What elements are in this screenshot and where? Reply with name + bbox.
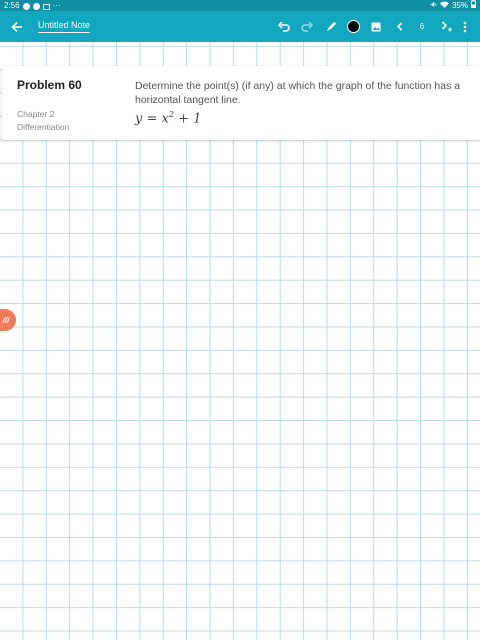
insert-image-button[interactable] xyxy=(368,11,384,42)
app-toolbar: Untitled Note 6 xyxy=(0,11,480,42)
image-icon xyxy=(371,22,381,31)
redo-icon xyxy=(301,21,313,32)
problem-title: Problem 60 xyxy=(17,78,82,92)
mute-icon xyxy=(430,0,437,11)
back-arrow-icon xyxy=(11,21,22,32)
redo-button[interactable] xyxy=(298,11,316,42)
pen-icon xyxy=(326,21,336,32)
problem-card: Problem 60 Chapter 2 Differentiation Det… xyxy=(2,66,480,140)
status-left: 2:56 ··· xyxy=(4,0,61,11)
color-icon xyxy=(346,20,360,33)
undo-icon xyxy=(278,21,290,32)
previous-page-button[interactable] xyxy=(392,11,406,42)
back-button[interactable] xyxy=(6,11,28,42)
chevron-left-icon xyxy=(396,22,402,31)
status-time: 2:56 xyxy=(4,1,20,10)
status-bar: 2:56 ··· 35% xyxy=(0,0,480,11)
pen-tool-button[interactable] xyxy=(322,11,340,42)
problem-question: Determine the point(s) (if any) at which… xyxy=(135,80,461,106)
page-number: 6 xyxy=(419,22,425,31)
notification-icon xyxy=(32,3,40,10)
chapter-label: Chapter 2 xyxy=(17,109,55,119)
more-options-button[interactable] xyxy=(458,11,472,42)
battery-icon xyxy=(471,0,476,11)
note-title[interactable]: Untitled Note xyxy=(38,20,91,33)
gallery-notification-icon xyxy=(42,3,50,10)
more-vert-icon xyxy=(463,21,467,32)
ink-color-button[interactable] xyxy=(345,11,361,42)
battery-level: 35% xyxy=(451,1,468,10)
side-panel-tab[interactable]: /// xyxy=(0,309,16,331)
equation-rhs: + 1 xyxy=(173,111,202,127)
wifi-icon xyxy=(439,0,449,11)
next-page-button[interactable] xyxy=(438,11,456,42)
notification-icon xyxy=(22,3,30,10)
status-more: ··· xyxy=(52,1,61,10)
status-right: 35% xyxy=(430,0,476,11)
equation-lhs: y = x xyxy=(135,111,169,127)
undo-button[interactable] xyxy=(275,11,293,42)
topic-label: Differentiation xyxy=(17,122,70,132)
side-tab-label: /// xyxy=(2,315,10,325)
problem-equation: y = x2 + 1 xyxy=(135,110,201,126)
chevron-right-icon xyxy=(441,21,452,32)
